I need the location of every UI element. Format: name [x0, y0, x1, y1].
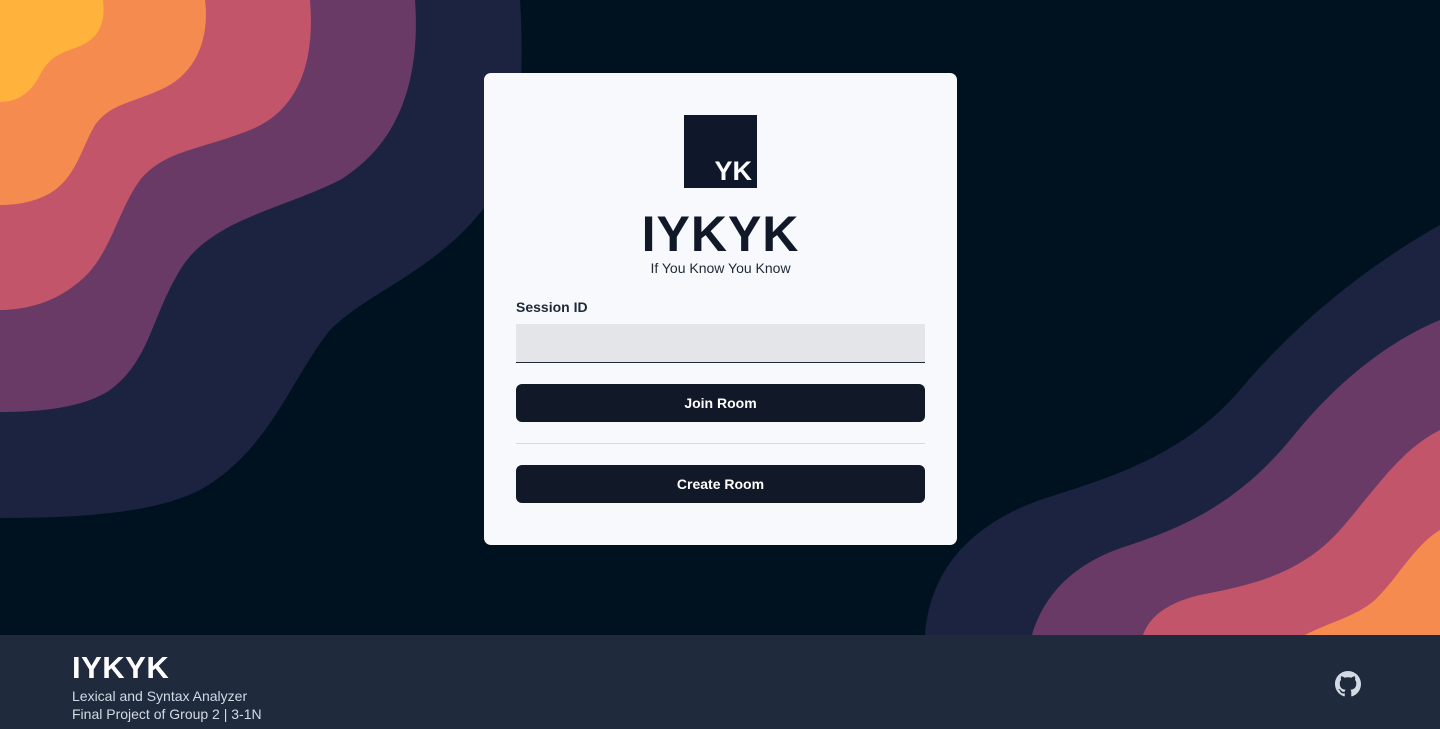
card-subtitle: If You Know You Know [650, 260, 791, 276]
app-logo: YK [684, 115, 757, 188]
github-icon[interactable] [1335, 671, 1361, 697]
session-id-input[interactable] [516, 324, 925, 363]
create-room-button[interactable]: Create Room [516, 465, 925, 503]
footer-credits: Final Project of Group 2 | 3-1N [72, 706, 262, 722]
divider [516, 443, 925, 444]
footer-title: IYKYK [72, 650, 170, 685]
logo-mark: YK [714, 156, 752, 186]
footer: IYKYK Lexical and Syntax Analyzer Final … [0, 635, 1440, 729]
join-room-button[interactable]: Join Room [516, 384, 925, 422]
background-stage: YK IYKYK If You Know You Know Session ID… [0, 0, 1440, 635]
card-title: IYKYK [641, 206, 800, 262]
join-card: YK IYKYK If You Know You Know Session ID… [484, 73, 957, 545]
footer-description: Lexical and Syntax Analyzer [72, 688, 248, 704]
session-id-label: Session ID [516, 299, 588, 315]
